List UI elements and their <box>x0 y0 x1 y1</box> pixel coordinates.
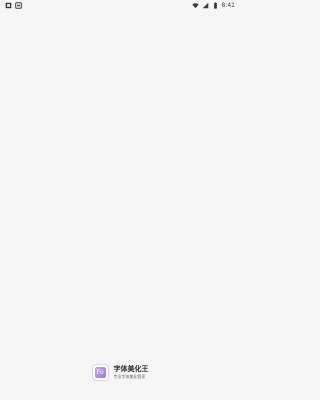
brand-texts: 字体美化王 专业字体美化管家 <box>114 365 149 380</box>
status-bar-right: 8:41 <box>191 1 235 9</box>
splash-brand: Fo 字体美化王 专业字体美化管家 <box>0 364 240 381</box>
wifi-icon <box>191 2 199 9</box>
battery-saver-icon <box>15 1 22 9</box>
app-slogan: 专业字体美化管家 <box>113 374 146 379</box>
notification-icon <box>5 2 12 9</box>
status-bar: 8:41 <box>0 0 240 10</box>
signal-icon <box>202 2 209 9</box>
logo-glyph: Fo <box>96 368 104 376</box>
battery-icon <box>212 1 219 9</box>
status-bar-left <box>5 1 22 9</box>
status-time: 8:41 <box>221 1 235 9</box>
app-logo-mark: Fo <box>94 367 106 378</box>
app-name: 字体美化王 <box>113 365 149 373</box>
app-logo: Fo <box>91 364 109 381</box>
